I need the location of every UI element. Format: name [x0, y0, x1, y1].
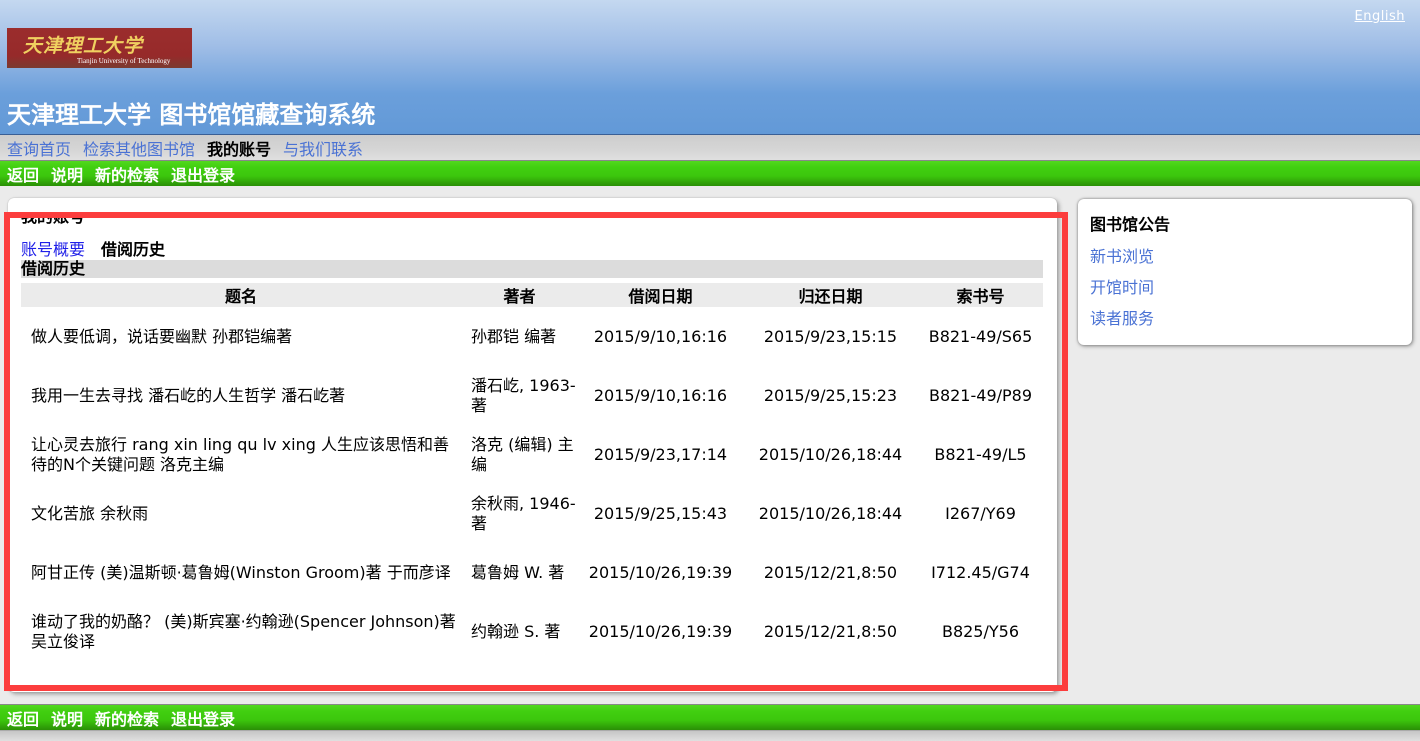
cell-return-date: 2015/12/21,8:50	[763, 562, 898, 582]
account-panel: 我的账号 账号概要 借阅历史 借阅历史 题名 著者 借阅日期 归还日期 索书号 …	[8, 198, 1057, 692]
section-title: 我的账号	[21, 213, 86, 226]
cell-borrow-date: 2015/9/10,16:16	[593, 326, 728, 346]
tab-account-summary[interactable]: 账号概要	[21, 236, 85, 260]
cell-author: 葛鲁姆 W. 著	[471, 562, 565, 582]
reader-services-link[interactable]: 读者服务	[1090, 305, 1400, 329]
cell-call-number: B825/Y56	[941, 621, 1020, 641]
cell-call-number: B821-49/L5	[934, 444, 1027, 464]
cell-author: 孙郡铠 编著	[471, 326, 557, 346]
cell-call-number: B821-49/P89	[928, 385, 1033, 405]
cell-author: 潘石屹, 1963- 著	[471, 375, 576, 415]
column-call-number: 索书号	[918, 283, 1043, 307]
action-bar-bottom: 返回 说明 新的检索 退出登录	[0, 704, 1420, 730]
new-search-button-bottom[interactable]: 新的检索	[95, 706, 159, 730]
help-button[interactable]: 说明	[51, 162, 83, 186]
cell-return-date: 2015/12/21,8:50	[763, 621, 898, 641]
cell-return-date: 2015/9/25,15:23	[763, 385, 898, 405]
column-return-date: 归还日期	[743, 283, 918, 307]
library-notice-panel: 图书馆公告 新书浏览 开馆时间 读者服务	[1078, 199, 1412, 345]
footer-strip	[0, 730, 1420, 741]
nav-search-home[interactable]: 查询首页	[7, 136, 71, 160]
nav-my-account[interactable]: 我的账号	[207, 136, 271, 160]
cell-author: 余秋雨, 1946- 著	[471, 493, 576, 533]
tab-borrow-history[interactable]: 借阅历史	[101, 236, 165, 260]
table-header-row: 题名 著者 借阅日期 归还日期 索书号	[21, 283, 1043, 307]
opening-hours-link[interactable]: 开馆时间	[1090, 274, 1400, 298]
site-header: English 天津理工大学 Tianjin University of Tec…	[0, 0, 1420, 135]
table-row: 我用一生去寻找 潘石屹的人生哲学 潘石屹著 潘石屹, 1963- 著 2015/…	[21, 366, 1043, 425]
logo-chinese-text: 天津理工大学	[23, 35, 144, 57]
top-navigation: 查询首页 检索其他图书馆 我的账号 与我们联系	[0, 135, 1420, 161]
english-language-link[interactable]: English	[1355, 9, 1405, 24]
cell-title: 文化苦旅 余秋雨	[31, 503, 149, 523]
column-author: 著者	[461, 283, 578, 307]
column-borrow-date: 借阅日期	[578, 283, 743, 307]
cell-title: 让心灵去旅行 rang xin ling qu lv xing 人生应该思悟和善…	[31, 434, 449, 474]
cell-title: 阿甘正传 (美)温斯顿·葛鲁姆(Winston Groom)著 于而彦译	[31, 562, 451, 582]
account-subtabs: 账号概要 借阅历史	[21, 236, 181, 260]
cell-borrow-date: 2015/10/26,19:39	[588, 621, 733, 641]
cell-return-date: 2015/10/26,18:44	[758, 444, 903, 464]
cell-call-number: B821-49/S65	[928, 326, 1033, 346]
column-title: 题名	[21, 283, 461, 307]
cell-borrow-date: 2015/10/26,19:39	[588, 562, 733, 582]
nav-search-other-libraries[interactable]: 检索其他图书馆	[83, 136, 195, 160]
back-button-bottom[interactable]: 返回	[7, 706, 39, 730]
borrow-history-header: 借阅历史	[21, 260, 1043, 278]
nav-contact-us[interactable]: 与我们联系	[283, 136, 363, 160]
cell-call-number: I267/Y69	[945, 503, 1016, 523]
cell-borrow-date: 2015/9/23,17:14	[593, 444, 728, 464]
university-logo[interactable]: 天津理工大学 Tianjin University of Technology	[7, 28, 192, 68]
new-search-button[interactable]: 新的检索	[95, 162, 159, 186]
cell-return-date: 2015/10/26,18:44	[758, 503, 903, 523]
cell-borrow-date: 2015/9/25,15:43	[593, 503, 728, 523]
cell-borrow-date: 2015/9/10,16:16	[593, 385, 728, 405]
cell-title: 我用一生去寻找 潘石屹的人生哲学 潘石屹著	[31, 385, 346, 405]
cell-call-number: I712.45/G74	[931, 562, 1030, 582]
logout-button[interactable]: 退出登录	[171, 162, 235, 186]
cell-author: 约翰逊 S. 著	[471, 621, 561, 641]
back-button[interactable]: 返回	[7, 162, 39, 186]
table-row: 谁动了我的奶酪？ (美)斯宾塞·约翰逊(Spencer Johnson)著 吴立…	[21, 602, 1043, 661]
site-title: 天津理工大学 图书馆馆藏查询系统	[7, 101, 376, 129]
new-books-link[interactable]: 新书浏览	[1090, 243, 1400, 267]
action-bar-top: 返回 说明 新的检索 退出登录	[0, 160, 1420, 186]
borrow-history-table: 题名 著者 借阅日期 归还日期 索书号 做人要低调，说话要幽默 孙郡铠编著 孙郡…	[21, 283, 1043, 661]
cell-author: 洛克 (编辑) 主编	[471, 434, 574, 474]
cell-return-date: 2015/9/23,15:15	[763, 326, 898, 346]
cell-title: 谁动了我的奶酪？ (美)斯宾塞·约翰逊(Spencer Johnson)著 吴立…	[31, 611, 456, 651]
table-row: 让心灵去旅行 rang xin ling qu lv xing 人生应该思悟和善…	[21, 425, 1043, 484]
logout-button-bottom[interactable]: 退出登录	[171, 706, 235, 730]
table-row: 文化苦旅 余秋雨 余秋雨, 1946- 著 2015/9/25,15:43 20…	[21, 484, 1043, 543]
cell-title: 做人要低调，说话要幽默 孙郡铠编著	[31, 326, 293, 346]
logo-english-text: Tianjin University of Technology	[77, 57, 171, 65]
table-row: 做人要低调，说话要幽默 孙郡铠编著 孙郡铠 编著 2015/9/10,16:16…	[21, 307, 1043, 366]
notice-panel-title: 图书馆公告	[1090, 215, 1171, 234]
help-button-bottom[interactable]: 说明	[51, 706, 83, 730]
table-row: 阿甘正传 (美)温斯顿·葛鲁姆(Winston Groom)著 于而彦译 葛鲁姆…	[21, 543, 1043, 602]
